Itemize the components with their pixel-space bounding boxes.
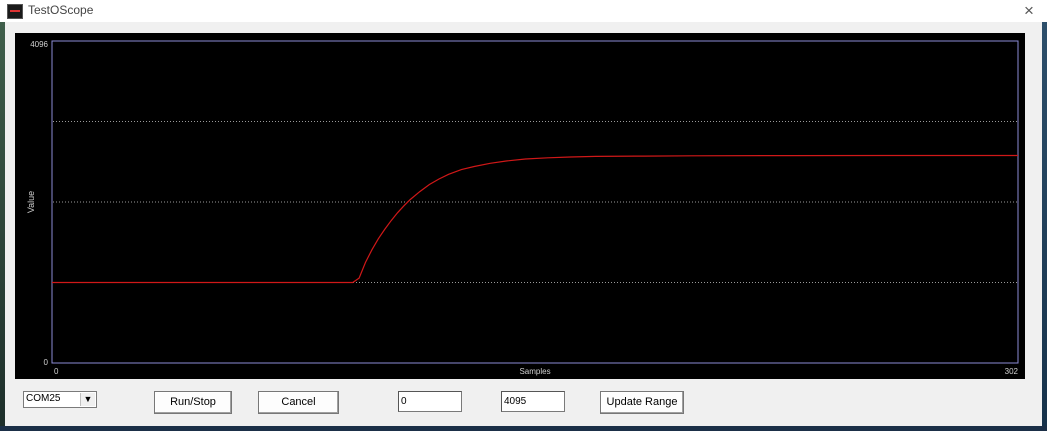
range-min-input[interactable] bbox=[398, 391, 462, 412]
x-tick-label: 302 bbox=[1005, 367, 1019, 376]
app-icon bbox=[7, 4, 23, 19]
y-axis-label: Value bbox=[26, 191, 36, 213]
chart-svg: 0 4096 0 302 Samples Value bbox=[26, 40, 1019, 376]
title-bar: TestOScope × bbox=[0, 0, 1047, 22]
x-tick-label: 0 bbox=[54, 367, 59, 376]
series-line bbox=[52, 154, 1018, 284]
y-tick-label: 4096 bbox=[30, 40, 48, 49]
close-button[interactable]: × bbox=[1021, 1, 1037, 21]
client-area: 0 4096 0 302 Samples Value COM25 ▼ Run/Stop C… bbox=[5, 22, 1042, 426]
range-max-input[interactable] bbox=[501, 391, 565, 412]
y-tick-label: 0 bbox=[44, 358, 49, 367]
chevron-down-icon[interactable]: ▼ bbox=[80, 393, 95, 406]
oscilloscope-chart: 0 4096 0 302 Samples Value bbox=[15, 33, 1025, 379]
window-title: TestOScope bbox=[28, 3, 94, 17]
x-axis-label: Samples bbox=[519, 367, 550, 376]
port-select[interactable]: COM25 ▼ bbox=[23, 391, 97, 408]
run-stop-button[interactable]: Run/Stop bbox=[154, 391, 232, 414]
cancel-button[interactable]: Cancel bbox=[258, 391, 339, 414]
update-range-button[interactable]: Update Range bbox=[600, 391, 684, 414]
desktop-edge-right bbox=[1042, 22, 1047, 431]
port-select-value: COM25 bbox=[26, 393, 61, 404]
plot-frame bbox=[51, 40, 1019, 364]
desktop-edge-bottom bbox=[0, 426, 1047, 431]
